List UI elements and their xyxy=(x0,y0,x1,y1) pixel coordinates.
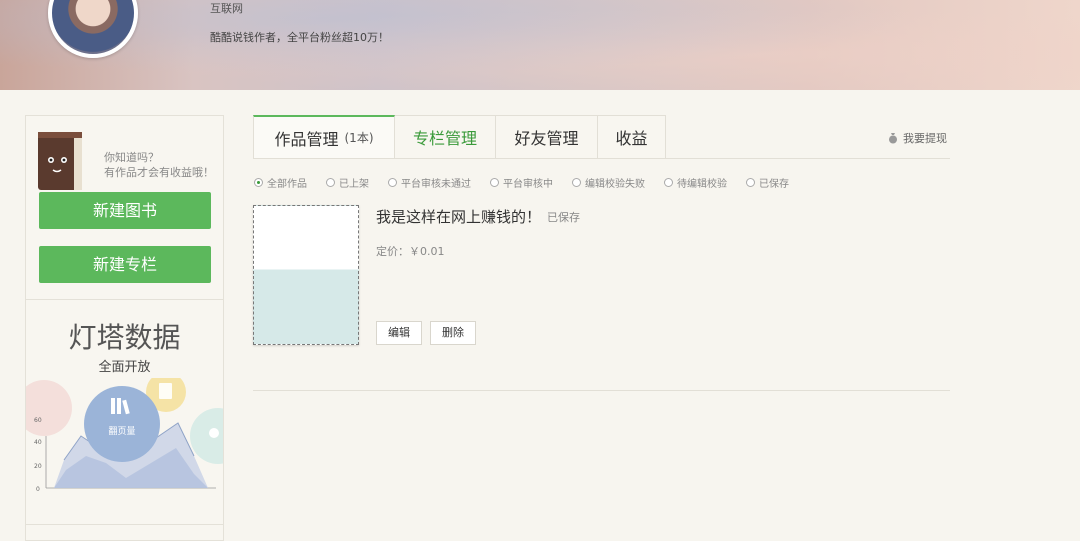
tip-text-1: 你知道吗？ xyxy=(104,151,159,164)
promo-badge-circle xyxy=(84,386,160,462)
filter-label: 平台审核中 xyxy=(503,179,553,190)
withdraw-label: 我要提现 xyxy=(903,132,947,145)
status-filters: 全部作品 已上架 平台审核未通过 平台审核中 编辑校验失败 待编辑校验 已保存 xyxy=(254,175,808,190)
work-title[interactable]: 我是这样在网上赚钱的！ xyxy=(376,206,541,227)
radio-icon[interactable] xyxy=(490,178,499,187)
author-category: 互联网 xyxy=(210,2,243,15)
profile-header: 互联网 酷酷说钱作者，全平台粉丝超10万！ xyxy=(0,0,1080,90)
radio-icon[interactable] xyxy=(746,178,755,187)
promo-subtitle: 全面开放 xyxy=(98,360,151,375)
tab-works-count: (1本) xyxy=(344,131,374,145)
tab-earnings[interactable]: 收益 xyxy=(598,115,666,159)
promo-badge-label: 翻页量 xyxy=(108,426,135,437)
author-description: 酷酷说钱作者，全平台粉丝超10万！ xyxy=(210,31,389,44)
filter-saved[interactable]: 已保存 xyxy=(746,175,789,190)
tabs-baseline xyxy=(665,158,950,159)
promo-title: 灯塔数据 xyxy=(68,321,181,354)
tip-text-2: 有作品才会有收益哦！ xyxy=(104,166,214,179)
left-sidebar: 你知道吗？ 有作品才会有收益哦！ 新建图书 新建专栏 灯塔数据 全面开放 0 2… xyxy=(25,115,224,541)
delete-button[interactable]: 删除 xyxy=(430,321,476,345)
work-status: 已保存 xyxy=(547,211,580,224)
axis-tick-20: 20 xyxy=(34,463,42,470)
edit-button[interactable]: 编辑 xyxy=(376,321,422,345)
header-background xyxy=(0,0,1080,90)
promo-illustration[interactable]: 0 20 40 60 翻页量 xyxy=(26,378,223,518)
money-bag-icon xyxy=(889,133,897,144)
filter-published[interactable]: 已上架 xyxy=(326,175,369,190)
sidebar-divider-bottom xyxy=(26,524,223,525)
radio-icon[interactable] xyxy=(326,178,335,187)
filter-label: 全部作品 xyxy=(267,179,307,190)
filter-edit-check-failed[interactable]: 编辑校验失败 xyxy=(572,175,645,190)
tab-friends-label: 好友管理 xyxy=(514,129,579,148)
document-icon xyxy=(159,383,172,399)
new-book-button[interactable]: 新建图书 xyxy=(39,192,211,229)
filter-all[interactable]: 全部作品 xyxy=(254,175,307,190)
axis-tick-60: 60 xyxy=(34,417,42,424)
tab-columns[interactable]: 专栏管理 xyxy=(395,115,496,159)
filter-label: 已保存 xyxy=(759,179,789,190)
radio-icon[interactable] xyxy=(572,178,581,187)
list-separator xyxy=(253,390,950,391)
user-icon xyxy=(209,428,219,438)
work-price: 定价：￥0.01 xyxy=(376,245,445,258)
tab-works[interactable]: 作品管理 (1本) xyxy=(253,115,395,159)
radio-icon[interactable] xyxy=(664,178,673,187)
radio-selected-icon[interactable] xyxy=(254,178,263,187)
tab-earnings-label: 收益 xyxy=(615,129,648,148)
radio-icon[interactable] xyxy=(388,178,397,187)
promo-bubble-teal xyxy=(190,408,223,464)
axis-tick-0: 0 xyxy=(36,486,40,493)
tab-columns-label: 专栏管理 xyxy=(412,129,477,148)
filter-review-rejected[interactable]: 平台审核未通过 xyxy=(388,175,471,190)
promo-bubble-pink xyxy=(26,380,72,436)
main-tabs: 作品管理 (1本) 专栏管理 好友管理 收益 xyxy=(253,115,666,159)
filter-label: 平台审核未通过 xyxy=(401,179,471,190)
book-cover[interactable] xyxy=(253,205,359,345)
filter-label: 已上架 xyxy=(339,179,369,190)
tab-friends[interactable]: 好友管理 xyxy=(496,115,598,159)
filter-label: 待编辑校验 xyxy=(677,179,727,190)
filter-pending-edit-check[interactable]: 待编辑校验 xyxy=(664,175,727,190)
tab-works-label: 作品管理 xyxy=(274,129,339,149)
filter-under-review[interactable]: 平台审核中 xyxy=(490,175,553,190)
book-mascot-icon xyxy=(38,132,82,190)
axis-tick-40: 40 xyxy=(34,439,42,446)
withdraw-link[interactable]: 我要提现 xyxy=(887,130,947,146)
new-column-button[interactable]: 新建专栏 xyxy=(39,246,211,283)
sidebar-divider xyxy=(26,299,223,300)
filter-label: 编辑校验失败 xyxy=(585,179,645,190)
